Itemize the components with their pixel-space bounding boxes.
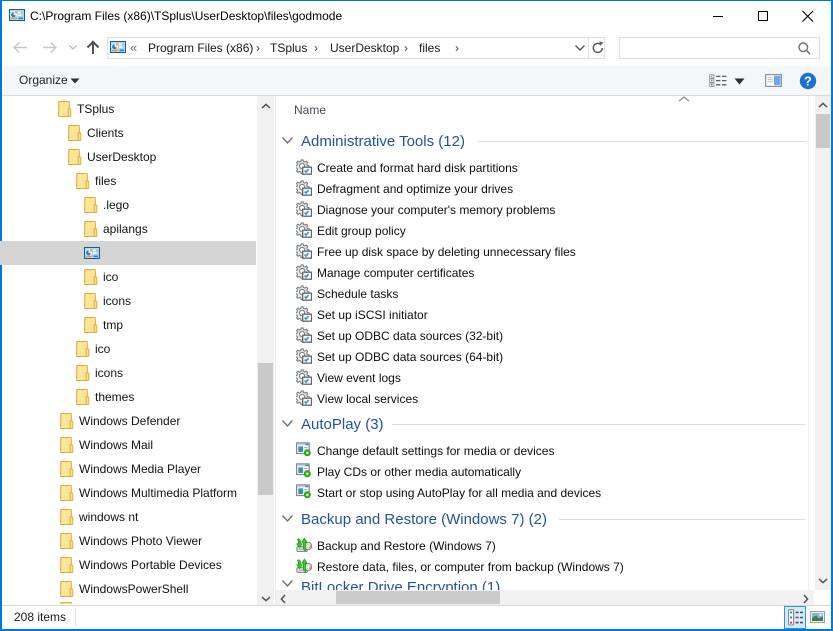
- svg-text:?: ?: [804, 74, 812, 88]
